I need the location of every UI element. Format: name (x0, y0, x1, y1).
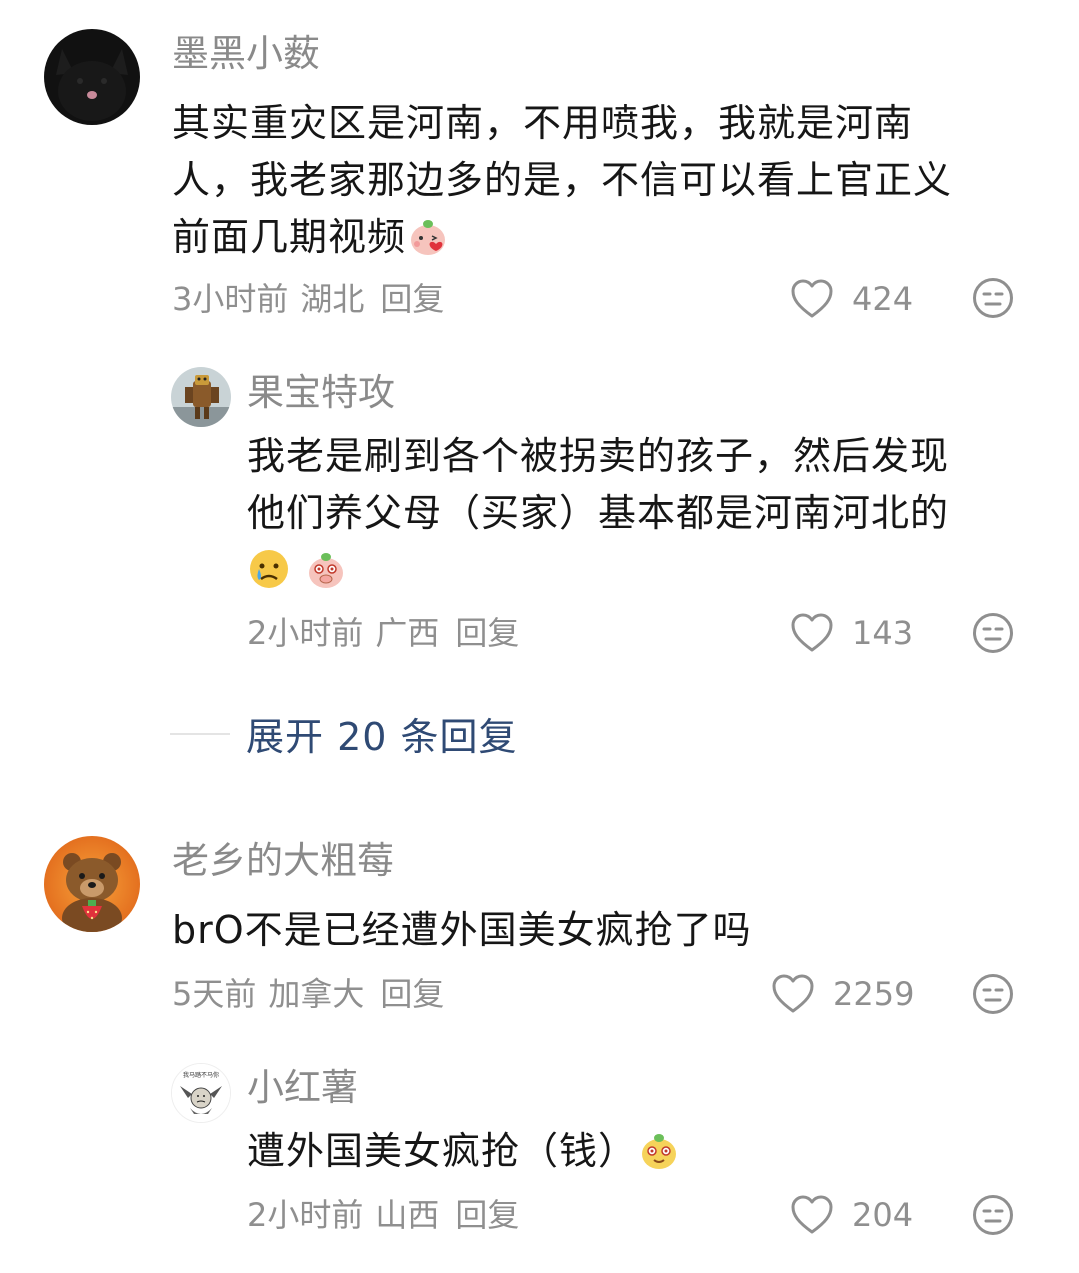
comment-text: 其实重灾区是河南，不用喷我，我就是河南 人，我老家那边多的是，不信可以看上官正义… (172, 95, 1052, 266)
comment-line (247, 542, 1047, 599)
comment-time: 5天前 (172, 975, 257, 1013)
comment-line: 人，我老家那边多的是，不信可以看上官正义 (172, 158, 953, 202)
user-avatar[interactable] (44, 836, 140, 932)
username[interactable]: 果宝特攻 (247, 374, 395, 411)
like-count: 143 (852, 614, 914, 652)
reply-button[interactable]: 回复 (455, 614, 519, 652)
yellow-peach-smile-emoji-icon (642, 1134, 677, 1169)
like-button[interactable]: 143 (790, 613, 913, 653)
comment-line: 遭外国美女疯抢（钱） (247, 1123, 1047, 1180)
username[interactable]: 小红薯 (247, 1069, 358, 1106)
comment-line: 前面几期视频 (172, 209, 1052, 266)
meh-face-icon (973, 613, 1013, 653)
reply-button[interactable]: 回复 (455, 1196, 519, 1234)
kissing-peach-emoji-icon (411, 220, 446, 255)
dislike-button[interactable] (972, 277, 1014, 323)
like-button[interactable]: 204 (790, 1195, 913, 1235)
shocked-peach-emoji-icon (309, 553, 344, 588)
heart-icon (791, 279, 833, 318)
heart-icon (791, 613, 833, 652)
black-cat-avatar-icon (44, 29, 140, 125)
comment-line: 我老是刷到各个被拐卖的孩子，然后发现 (247, 434, 950, 478)
like-button[interactable]: 424 (790, 279, 913, 319)
heart-icon (772, 974, 814, 1013)
reply-button[interactable]: 回复 (380, 975, 444, 1013)
user-avatar[interactable]: 我马踏不马你 (171, 1063, 231, 1123)
expand-replies-button[interactable]: 展开 20 条回复 (170, 706, 518, 761)
comment-time: 3小时前 (172, 280, 289, 318)
like-count: 2259 (833, 975, 915, 1013)
dislike-button[interactable] (972, 612, 1014, 658)
meh-face-icon (973, 1195, 1013, 1235)
comment-time: 2小时前 (247, 614, 364, 652)
divider-line (170, 732, 230, 735)
comment-meta: 3小时前 湖北 回复 (172, 283, 456, 315)
comment-location: 加拿大 (268, 975, 365, 1013)
meh-face-icon (973, 278, 1013, 318)
comment-meta: 2小时前 山西 回复 (247, 1199, 531, 1231)
comment-line: 其实重灾区是河南，不用喷我，我就是河南 (172, 101, 914, 145)
comment-time: 2小时前 (247, 1196, 364, 1234)
like-count: 204 (852, 1196, 914, 1234)
reply-button[interactable]: 回复 (380, 280, 444, 318)
comment-location: 山西 (375, 1196, 440, 1234)
like-button[interactable]: 2259 (771, 974, 914, 1014)
comment-meta: 5天前 加拿大 回复 (172, 978, 456, 1010)
comment-location: 广西 (375, 614, 440, 652)
comment-meta: 2小时前 广西 回复 (247, 617, 531, 649)
meh-face-icon (973, 974, 1013, 1014)
user-avatar[interactable] (171, 367, 231, 427)
meme-sticker-avatar-icon: 我马踏不马你 (172, 1064, 230, 1122)
username[interactable]: 老乡的大粗莓 (172, 842, 394, 879)
crying-face-emoji-icon (250, 550, 288, 588)
comment-line: 他们养父母（买家）基本都是河南河北的 (247, 491, 950, 535)
comment-text: 我老是刷到各个被拐卖的孩子，然后发现 他们养父母（买家）基本都是河南河北的 (247, 428, 1047, 599)
heart-icon (791, 1195, 833, 1234)
username[interactable]: 墨黑小薮 (172, 35, 320, 72)
dislike-button[interactable] (972, 973, 1014, 1019)
like-count: 424 (852, 280, 914, 318)
comment-line: brO不是已经遭外国美女疯抢了吗 (172, 908, 752, 952)
avatar-caption: 我马踏不马你 (183, 1071, 219, 1079)
comment-text: 遭外国美女疯抢（钱） (247, 1123, 1047, 1180)
robot-figure-avatar-icon (171, 367, 231, 427)
expand-replies-label: 展开 20 条回复 (246, 715, 518, 759)
user-avatar[interactable] (44, 29, 140, 125)
comment-location: 湖北 (300, 280, 365, 318)
dislike-button[interactable] (972, 1194, 1014, 1240)
comment-text: brO不是已经遭外国美女疯抢了吗 (172, 902, 1052, 959)
bear-strawberry-avatar-icon (44, 836, 140, 932)
